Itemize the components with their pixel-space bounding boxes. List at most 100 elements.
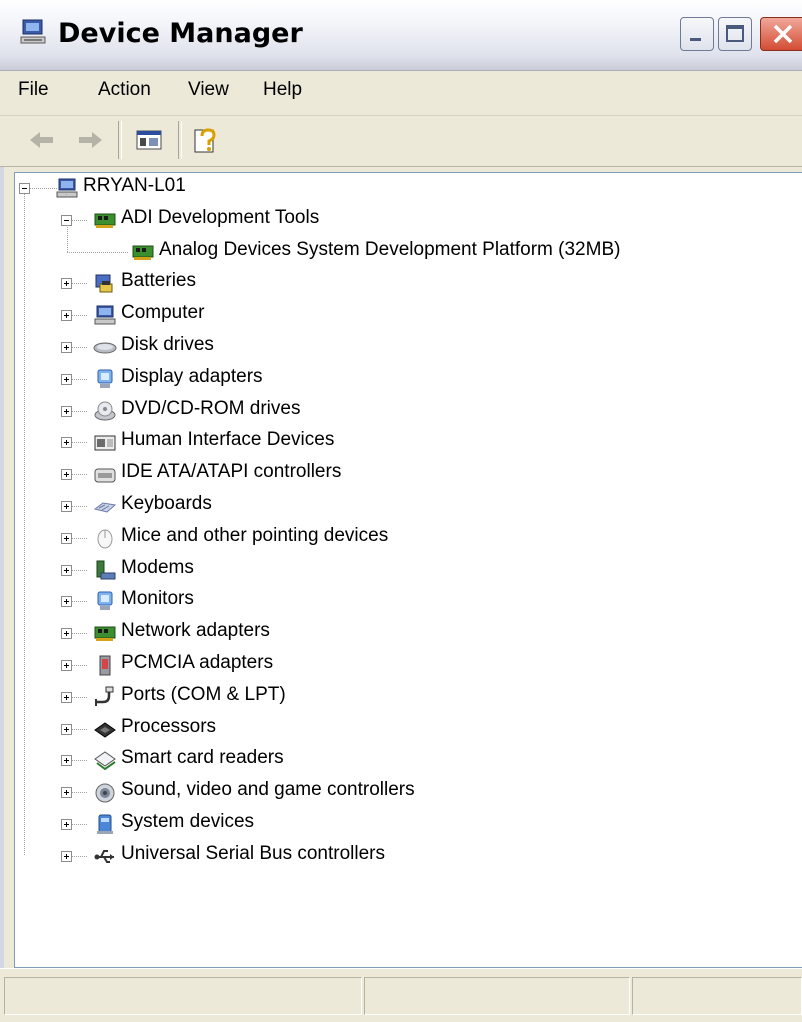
- computer-icon: [94, 305, 116, 325]
- category-expander[interactable]: [61, 310, 72, 322]
- category-expander[interactable]: [61, 373, 72, 385]
- tree-node-category[interactable]: PCMCIA adapters: [121, 652, 273, 674]
- tree-node-category[interactable]: Keyboards: [121, 493, 212, 515]
- title-bar[interactable]: Device Manager: [0, 0, 802, 71]
- network-card-icon: [132, 245, 154, 260]
- tree-node-device[interactable]: Analog Devices System Development Platfo…: [159, 239, 620, 261]
- tree-connector: [72, 665, 88, 666]
- network-card-icon: [94, 213, 116, 228]
- tree-connector: [72, 728, 88, 730]
- category-expander[interactable]: [61, 532, 72, 544]
- category-expander[interactable]: [61, 819, 72, 830]
- tree-connector: [72, 569, 88, 571]
- speaker-icon: [95, 783, 115, 803]
- status-pane-main: [4, 977, 362, 1015]
- menu-bar: File Action View Help: [0, 71, 802, 116]
- category-expander[interactable]: [61, 660, 72, 671]
- tree-node-category[interactable]: Modems: [121, 557, 194, 579]
- tree-connector: [72, 601, 88, 603]
- arrow-right-icon[interactable]: [74, 124, 106, 156]
- battery-icon: [95, 274, 113, 293]
- help-icon[interactable]: [190, 124, 222, 156]
- tree-node-category[interactable]: Mice and other pointing devices: [121, 525, 388, 547]
- tree-connector: [72, 442, 88, 444]
- cdrom-icon: [94, 401, 116, 421]
- category-expander[interactable]: [61, 501, 72, 512]
- tree-node-category[interactable]: Ports (COM & LPT): [121, 684, 286, 706]
- tree-connector: [72, 410, 88, 412]
- tree-node-category[interactable]: Smart card readers: [121, 747, 284, 769]
- tree-connector: [72, 855, 88, 857]
- category-expander[interactable]: [61, 755, 72, 767]
- category-expander[interactable]: [61, 437, 72, 449]
- keyboard-icon: [93, 502, 117, 513]
- tree-connector: [67, 251, 129, 253]
- tree-node-category[interactable]: IDE ATA/ATAPI controllers: [121, 461, 341, 483]
- tree-node-category[interactable]: System devices: [121, 811, 254, 833]
- tree-node-category[interactable]: DVD/CD-ROM drives: [121, 398, 300, 420]
- tree-node-category[interactable]: Monitors: [121, 588, 194, 610]
- tree-connector: [72, 347, 88, 348]
- pcmcia-icon: [99, 655, 111, 676]
- tree-node-category[interactable]: Processors: [121, 716, 216, 738]
- category-expander[interactable]: [61, 342, 72, 353]
- minimize-button[interactable]: [680, 17, 714, 51]
- menu-help[interactable]: Help: [263, 79, 302, 101]
- tree-node-category[interactable]: Batteries: [121, 270, 196, 292]
- tree-connector: [72, 378, 88, 380]
- tree-connector: [72, 760, 88, 762]
- tree-connector: [72, 506, 88, 507]
- console-tree-icon[interactable]: [133, 124, 165, 156]
- status-pane-secondary: [364, 977, 630, 1015]
- maximize-button[interactable]: [718, 17, 752, 51]
- category-expander[interactable]: [61, 405, 72, 417]
- toolbar-separator: [118, 121, 122, 159]
- tree-node-root[interactable]: RRYAN-L01: [83, 175, 186, 197]
- tree-connector: [72, 633, 88, 635]
- disk-drive-icon: [93, 342, 117, 354]
- tree-node-category[interactable]: Disk drives: [121, 334, 214, 356]
- window-title: Device Manager: [58, 18, 303, 49]
- computer-icon: [56, 178, 78, 198]
- category-expander[interactable]: [61, 850, 72, 862]
- tree-connector: [72, 792, 88, 794]
- tree-connector: [72, 219, 88, 221]
- tree-node-category[interactable]: Display adapters: [121, 366, 263, 388]
- tree-connector: [72, 537, 88, 539]
- network-card-icon: [94, 626, 116, 642]
- tree-connector: [72, 824, 88, 825]
- usb-icon: [94, 849, 114, 863]
- category-expander[interactable]: [61, 596, 72, 608]
- port-icon: [95, 686, 114, 706]
- category-expander[interactable]: [61, 469, 72, 481]
- root-expander[interactable]: [19, 183, 30, 194]
- tree-connector: [24, 194, 25, 856]
- menu-action[interactable]: Action: [98, 79, 151, 101]
- category-expander[interactable]: [61, 278, 72, 290]
- category-expander[interactable]: [61, 564, 72, 576]
- category-expander[interactable]: [61, 691, 72, 703]
- device-tree[interactable]: RRYAN-L01 ADI Development Tools Analog Dev…: [14, 172, 802, 968]
- display-adapter-icon: [97, 369, 113, 388]
- category-expander[interactable]: [61, 628, 72, 640]
- close-button[interactable]: [760, 17, 802, 51]
- system-device-icon: [97, 814, 113, 834]
- computer-icon: [20, 19, 46, 44]
- tree-node-category[interactable]: Computer: [121, 302, 204, 324]
- status-pane-tertiary: [632, 977, 802, 1015]
- menu-view[interactable]: View: [188, 79, 229, 101]
- tree-node-category[interactable]: Sound, video and game controllers: [121, 779, 415, 801]
- tree-connector: [72, 474, 88, 476]
- arrow-left-icon[interactable]: [26, 124, 58, 156]
- category-expander[interactable]: [61, 723, 72, 735]
- menu-file[interactable]: File: [18, 79, 49, 101]
- tree-node-category[interactable]: ADI Development Tools: [121, 207, 319, 229]
- tree-connector: [30, 188, 58, 189]
- smart-card-icon: [94, 751, 116, 771]
- minimize-icon: [690, 38, 701, 41]
- tree-node-category[interactable]: Universal Serial Bus controllers: [121, 843, 385, 865]
- category-expander[interactable]: [61, 787, 72, 799]
- tree-node-category[interactable]: Network adapters: [121, 620, 270, 642]
- status-bar: [0, 968, 802, 1022]
- tree-node-category[interactable]: Human Interface Devices: [121, 429, 334, 451]
